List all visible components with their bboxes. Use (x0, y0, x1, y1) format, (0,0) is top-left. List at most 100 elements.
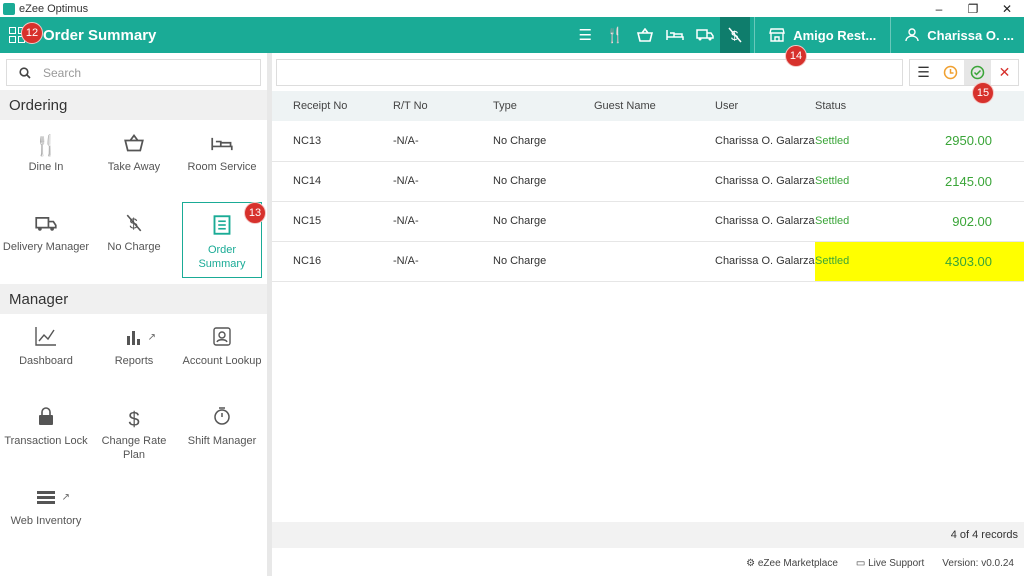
cell-amount: 902.00 (895, 201, 1024, 242)
clock-icon (943, 65, 958, 79)
filter-input[interactable] (276, 58, 903, 86)
tile-label: No Charge (107, 241, 161, 253)
table-row[interactable]: NC16 -N/A- No Charge Charissa O. Galarza… (272, 241, 1024, 282)
tile-no-charge[interactable]: $ No Charge (90, 200, 178, 280)
truck-icon (35, 212, 57, 240)
room-service-icon[interactable] (660, 17, 690, 53)
cell-type: No Charge (493, 121, 594, 162)
tile-transaction-lock[interactable]: Transaction Lock (2, 394, 90, 474)
cell-rt: -N/A- (393, 161, 493, 202)
settled-filter-button[interactable] (964, 59, 991, 85)
cutlery-icon: 🍴 (33, 135, 59, 157)
status-footer: ⚙ eZee Marketplace ▭ Live Support Versio… (272, 550, 1024, 576)
tile-shift-manager[interactable]: Shift Manager (178, 394, 266, 474)
records-count: 4 of 4 records (272, 522, 1024, 548)
cell-receipt: NC13 (272, 121, 393, 162)
dine-in-icon[interactable]: 🍴 (600, 17, 630, 53)
cell-receipt: NC15 (272, 201, 393, 242)
app-logo-icon (3, 2, 15, 15)
tile-label: Web Inventory (10, 515, 82, 527)
order-summary-icon (213, 215, 231, 243)
table-row[interactable]: NC15 -N/A- No Charge Charissa O. Galarza… (272, 201, 1024, 242)
sidebar: Search Ordering 🍴 Dine In Take Away Room… (0, 53, 272, 576)
restaurant-selector[interactable]: Amigo Rest... (759, 17, 886, 53)
cell-type: No Charge (493, 241, 594, 282)
cell-rt: -N/A- (393, 201, 493, 242)
cell-status: Settled (815, 121, 895, 162)
no-charge-icon[interactable]: $ (720, 17, 751, 53)
external-link-icon: ↗ (61, 492, 70, 503)
col-user[interactable]: User (715, 91, 815, 121)
tile-change-rate-plan[interactable]: $ Change Rate Plan (90, 394, 178, 474)
cell-type: No Charge (493, 161, 594, 202)
tile-reports[interactable]: ↗ Reports (90, 314, 178, 394)
account-icon (213, 326, 231, 354)
tile-label: Take Away (107, 161, 161, 173)
cell-amount: 2145.00 (895, 161, 1024, 202)
step-badge-12: 12 (21, 22, 43, 44)
window-titlebar: eZee Optimus – ❐ ✕ (0, 0, 1024, 17)
col-receipt-no[interactable]: Receipt No (272, 91, 393, 121)
tile-dine-in[interactable]: 🍴 Dine In (2, 120, 90, 200)
minimize-button[interactable]: – (922, 2, 956, 16)
cell-user: Charissa O. Galarza (715, 121, 815, 162)
tile-take-away[interactable]: Take Away (90, 120, 178, 200)
col-rt-no[interactable]: R/T No (393, 91, 493, 121)
cell-guest (594, 121, 715, 162)
cell-rt: -N/A- (393, 121, 493, 162)
tile-label: Delivery Manager (2, 241, 90, 253)
tile-account-lookup[interactable]: Account Lookup (178, 314, 266, 394)
user-menu[interactable]: Charissa O. ... (895, 17, 1024, 53)
delivery-icon[interactable] (690, 17, 720, 53)
tile-room-service[interactable]: Room Service (178, 120, 266, 200)
search-placeholder: Search (43, 65, 82, 80)
order-table: Receipt No R/T No Type Guest Name User S… (272, 91, 1024, 282)
step-badge-15: 15 (972, 82, 994, 104)
marketplace-link[interactable]: ⚙ eZee Marketplace (746, 558, 838, 569)
restore-button[interactable]: ❐ (956, 2, 990, 16)
cell-type: No Charge (493, 201, 594, 242)
ordering-tiles: 🍴 Dine In Take Away Room Service Deliver… (0, 120, 267, 280)
cell-status: Settled (815, 241, 895, 282)
search-icon (19, 66, 31, 79)
cell-amount: 2950.00 (895, 121, 1024, 162)
search-input[interactable]: Search (6, 59, 261, 86)
ordering-section-header: Ordering (0, 90, 267, 120)
external-link-icon: ↗ (147, 332, 156, 343)
bar-chart-icon: ↗ (126, 326, 156, 354)
cell-receipt: NC16 (272, 241, 393, 282)
top-app-bar: Order Summary ☰ 🍴 $ Amigo Rest... Charis… (0, 17, 1024, 53)
page-title: Order Summary (43, 26, 157, 44)
tile-delivery-manager[interactable]: Delivery Manager (2, 200, 90, 280)
close-window-button[interactable]: ✕ (990, 2, 1024, 16)
col-status[interactable]: Status (815, 91, 895, 121)
cell-user: Charissa O. Galarza (715, 161, 815, 202)
cell-receipt: NC14 (272, 161, 393, 202)
live-support-link[interactable]: ▭ Live Support (856, 558, 924, 569)
cancelled-filter-button[interactable]: ✕ (991, 60, 1018, 85)
store-icon (769, 28, 786, 42)
restaurant-name: Amigo Rest... (793, 27, 877, 43)
lock-icon (38, 406, 54, 434)
cell-guest (594, 161, 715, 202)
take-away-icon[interactable] (630, 17, 660, 53)
tile-dashboard[interactable]: Dashboard (2, 314, 90, 394)
tile-label: Transaction Lock (4, 435, 88, 447)
table-row[interactable]: NC14 -N/A- No Charge Charissa O. Galarza… (272, 161, 1024, 202)
col-guest-name[interactable]: Guest Name (594, 91, 715, 121)
sort-icon[interactable]: ☰ (570, 17, 600, 53)
cell-user: Charissa O. Galarza (715, 201, 815, 242)
manager-tiles: Dashboard ↗ Reports Account Lookup Trans… (0, 314, 267, 554)
col-type[interactable]: Type (493, 91, 594, 121)
pending-filter-button[interactable] (937, 60, 964, 85)
no-charge-icon: $ (126, 212, 142, 240)
cell-rt: -N/A- (393, 241, 493, 282)
bed-icon (211, 132, 233, 160)
cell-user: Charissa O. Galarza (715, 241, 815, 282)
tile-web-inventory[interactable]: ↗ Web Inventory (2, 474, 90, 554)
tile-label: Dashboard (19, 355, 73, 367)
basket-icon (124, 132, 144, 160)
sort-button[interactable]: ☰ (910, 60, 937, 85)
tile-label: Room Service (187, 161, 257, 173)
table-row[interactable]: NC13 -N/A- No Charge Charissa O. Galarza… (272, 121, 1024, 162)
